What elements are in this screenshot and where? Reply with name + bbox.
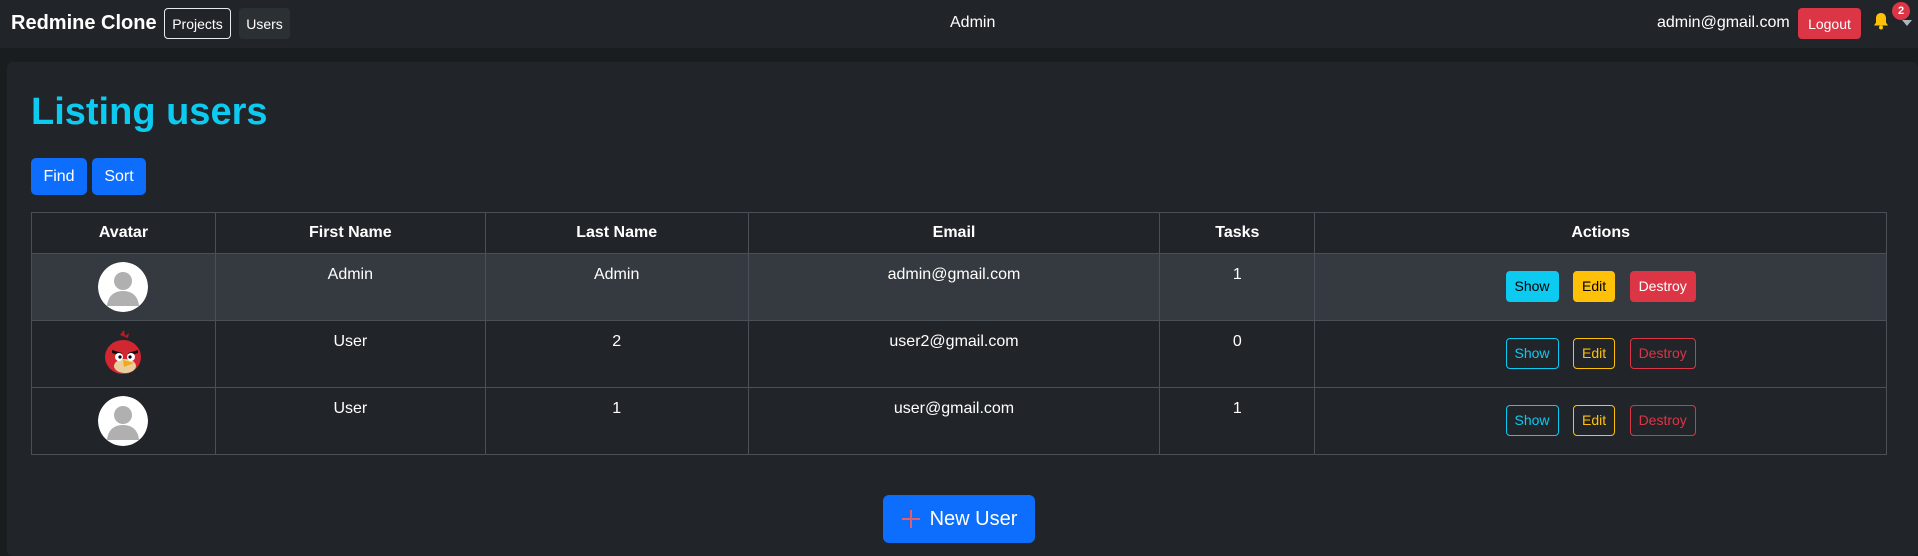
current-user-email: admin@gmail.com: [1657, 14, 1790, 31]
brand-link[interactable]: Redmine Clone: [11, 12, 157, 35]
new-user-label: New User: [929, 507, 1018, 530]
header-tasks: Tasks: [1159, 212, 1316, 254]
first-name-cell: User: [214, 387, 486, 455]
edit-button[interactable]: Edit: [1572, 405, 1616, 436]
default-avatar-icon: [98, 395, 149, 446]
avatar-cell: [31, 387, 216, 455]
table-row: Admin Admin admin@gmail.com 1 Show Edit …: [31, 253, 1887, 321]
default-avatar-icon: [98, 261, 149, 312]
avatar-cell: [31, 320, 216, 388]
table-header-row: Avatar First Name Last Name Email Tasks …: [31, 212, 1887, 254]
first-name-cell: User: [214, 320, 486, 388]
destroy-button[interactable]: Destroy: [1629, 338, 1696, 369]
header-avatar: Avatar: [31, 212, 216, 254]
table-row: User 1 user@gmail.com 1 Show Edit Destro…: [31, 387, 1887, 455]
show-button[interactable]: Show: [1505, 405, 1559, 436]
actions-cell: Show Edit Destroy: [1314, 320, 1887, 388]
new-user-button[interactable]: New User: [883, 495, 1035, 543]
navbar: Redmine Clone Projects Users Admin admin…: [0, 0, 1918, 48]
nav-admin-label[interactable]: Admin: [950, 14, 995, 32]
header-last-name: Last Name: [484, 212, 749, 254]
header-first-name: First Name: [214, 212, 486, 254]
last-name-cell: Admin: [484, 253, 749, 321]
show-button[interactable]: Show: [1505, 271, 1559, 302]
header-email: Email: [747, 212, 1161, 254]
email-cell: user2@gmail.com: [747, 320, 1161, 388]
tasks-cell: 0: [1159, 320, 1316, 388]
find-button[interactable]: Find: [31, 158, 87, 195]
users-table: Avatar First Name Last Name Email Tasks …: [31, 212, 1887, 455]
edit-button[interactable]: Edit: [1572, 271, 1616, 302]
email-cell: user@gmail.com: [747, 387, 1161, 455]
angry-bird-avatar-icon: [98, 328, 149, 379]
notification-count-badge: 2: [1892, 2, 1910, 20]
plus-icon: [901, 510, 920, 528]
last-name-cell: 1: [484, 387, 749, 455]
nav-projects-link[interactable]: Projects: [164, 8, 231, 39]
header-actions: Actions: [1314, 212, 1887, 254]
logout-button[interactable]: Logout: [1798, 8, 1861, 39]
destroy-button[interactable]: Destroy: [1629, 271, 1696, 302]
bell-icon[interactable]: [1871, 11, 1891, 31]
sort-button[interactable]: Sort: [92, 158, 146, 195]
show-button[interactable]: Show: [1505, 338, 1559, 369]
table-row: User 2 user2@gmail.com 0 Show Edit Destr…: [31, 320, 1887, 388]
first-name-cell: Admin: [214, 253, 486, 321]
chevron-down-icon[interactable]: [1902, 20, 1912, 26]
nav-users-link[interactable]: Users: [239, 8, 290, 39]
page-title: Listing users: [31, 91, 268, 133]
actions-cell: Show Edit Destroy: [1314, 253, 1887, 321]
tasks-cell: 1: [1159, 387, 1316, 455]
destroy-button[interactable]: Destroy: [1629, 405, 1696, 436]
actions-cell: Show Edit Destroy: [1314, 387, 1887, 455]
avatar-cell: [31, 253, 216, 321]
email-cell: admin@gmail.com: [747, 253, 1161, 321]
last-name-cell: 2: [484, 320, 749, 388]
edit-button[interactable]: Edit: [1572, 338, 1616, 369]
tasks-cell: 1: [1159, 253, 1316, 321]
